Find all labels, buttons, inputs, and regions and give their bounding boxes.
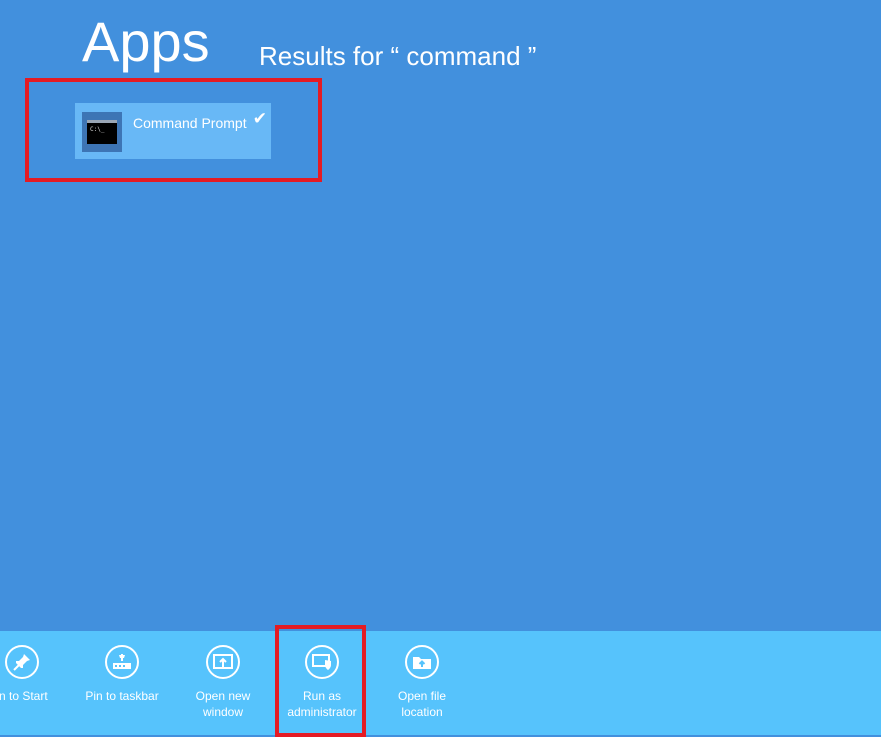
folder-open-icon: [405, 645, 439, 679]
highlight-box-result: [25, 78, 322, 182]
taskbar-pin-icon: [105, 645, 139, 679]
search-results-label: Results for “ command ”: [259, 41, 537, 71]
open-new-window-label: Open new window: [195, 689, 251, 719]
app-bar: in to Start Pin to taskbar Open new wind…: [0, 631, 881, 735]
pin-icon: [5, 645, 39, 679]
pin-to-taskbar-button[interactable]: Pin to taskbar: [74, 645, 170, 704]
open-file-location-label: Open file location: [397, 689, 447, 719]
page-title: Apps: [82, 10, 210, 73]
pin-to-start-label: in to Start: [0, 689, 48, 703]
open-new-window-button[interactable]: Open new window: [175, 645, 271, 720]
open-file-location-button[interactable]: Open file location: [374, 645, 470, 720]
pin-to-taskbar-label: Pin to taskbar: [85, 689, 159, 703]
new-window-icon: [206, 645, 240, 679]
highlight-box-run-as-admin: [275, 625, 366, 737]
pin-to-start-button[interactable]: in to Start: [0, 645, 70, 704]
